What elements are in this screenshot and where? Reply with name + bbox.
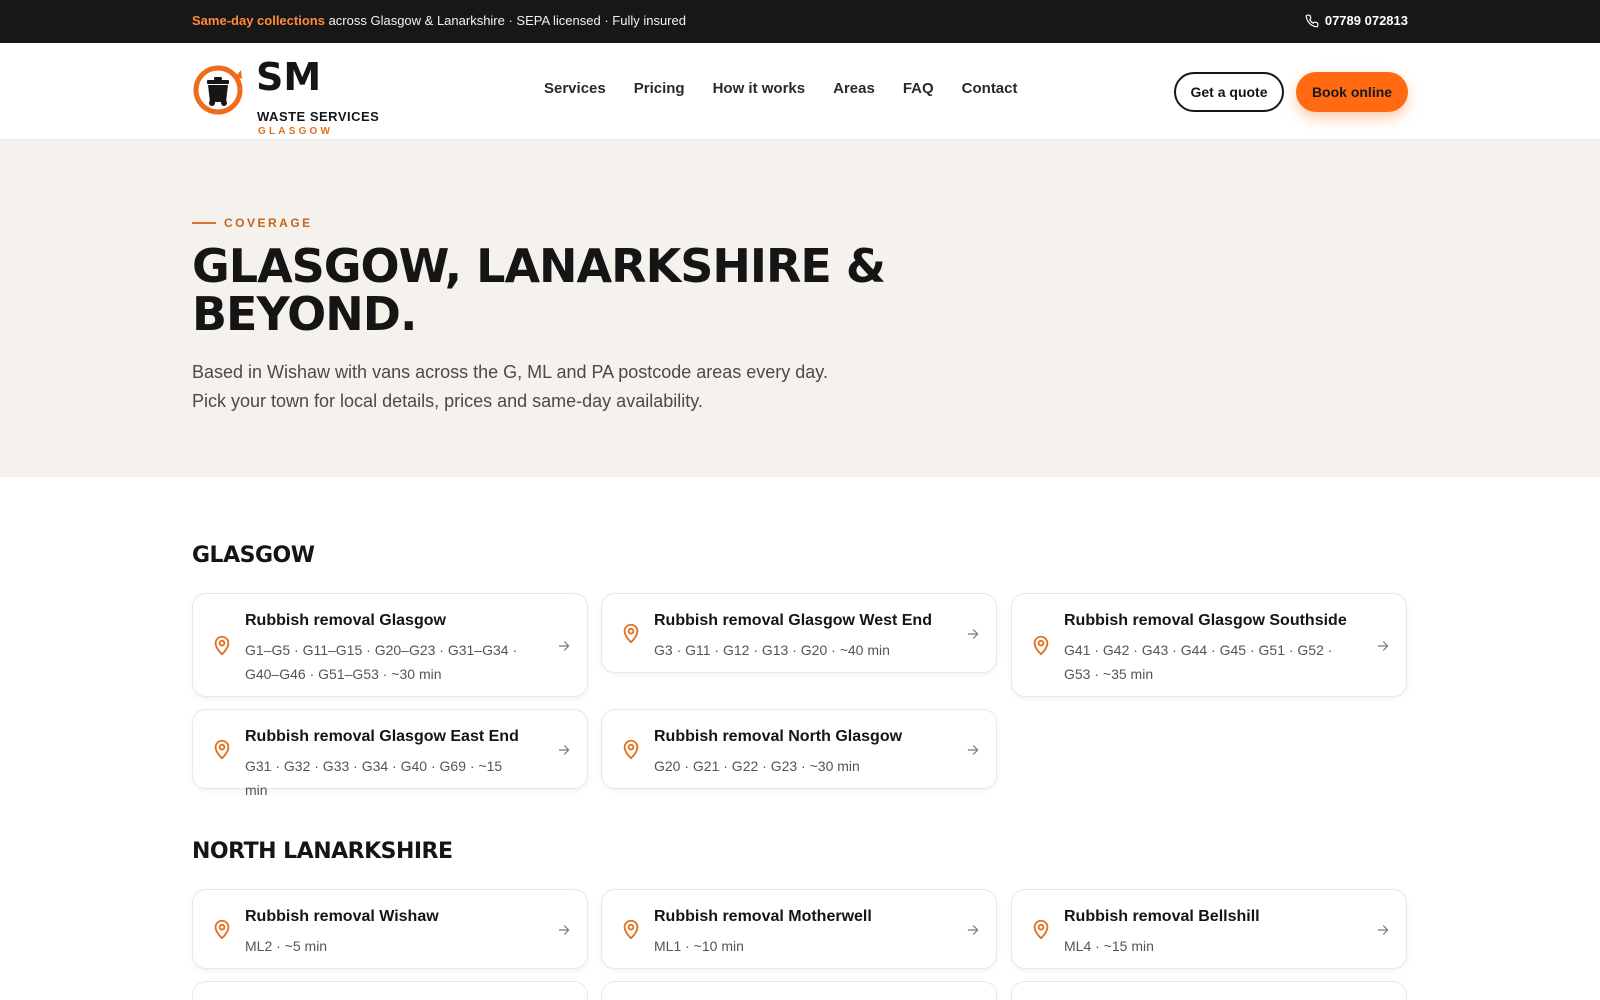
area-card-meta: G20 · G21 · G22 · G23 · ~30 min — [654, 758, 860, 774]
top-announcement-bar: Same-day collections across Glasgow & La… — [0, 0, 1600, 43]
area-card-partial[interactable] — [601, 981, 997, 1000]
logo[interactable]: SM WASTE SERVICES GLASGOW — [192, 55, 412, 137]
area-card[interactable]: Rubbish removal Glasgow West End G3 · G1… — [601, 593, 997, 673]
arrow-right-icon — [558, 745, 570, 755]
map-pin-icon — [1033, 635, 1049, 656]
main-nav: Services Pricing How it works Areas FAQ … — [544, 80, 1018, 97]
arrow-right-icon — [558, 641, 570, 651]
section-title-north-lanarkshire: NORTH LANARKSHIRE — [192, 839, 453, 864]
area-card[interactable]: Rubbish removal Motherwell ML1 · ~10 min — [601, 889, 997, 969]
nav-item-services[interactable]: Services — [544, 80, 606, 97]
hero-subtitle: Based in Wishaw with vans across the G, … — [192, 362, 828, 411]
nav-item-pricing[interactable]: Pricing — [634, 80, 685, 97]
area-card-partial[interactable] — [192, 981, 588, 1000]
phone-link[interactable]: 07789 072813 — [1305, 13, 1408, 28]
area-card-meta: G3 · G11 · G12 · G13 · G20 · ~40 min — [654, 642, 890, 658]
eyebrow: COVERAGE — [192, 216, 313, 230]
hero-section: COVERAGE GLASGOW, LANARKSHIRE & BEYOND. … — [0, 140, 1600, 477]
eyebrow-line — [192, 222, 216, 224]
map-pin-icon — [214, 919, 230, 940]
book-online-button[interactable]: Book online — [1296, 72, 1408, 112]
area-card[interactable]: Rubbish removal North Glasgow G20 · G21 … — [601, 709, 997, 789]
nav-item-contact[interactable]: Contact — [962, 80, 1018, 97]
area-card-partial[interactable] — [1011, 981, 1407, 1000]
area-card-meta: ML2 · ~5 min — [245, 938, 328, 954]
wheelie-bin-logo-icon — [193, 65, 243, 115]
arrow-right-icon — [967, 745, 979, 755]
area-card-title: Rubbish removal Bellshill — [1064, 908, 1260, 925]
arrow-right-icon — [558, 925, 570, 935]
nav-item-faq[interactable]: FAQ — [903, 80, 934, 97]
nav-item-areas[interactable]: Areas — [833, 80, 875, 97]
eyebrow-text: COVERAGE — [224, 216, 313, 230]
phone-number: 07789 072813 — [1324, 13, 1408, 28]
arrow-right-icon — [967, 629, 979, 639]
area-card-meta: ML4 · ~15 min — [1064, 938, 1154, 954]
area-card[interactable]: Rubbish removal Glasgow G1–G5 · G11–G15 … — [192, 593, 588, 697]
area-card-title: Rubbish removal Glasgow East End — [245, 728, 519, 745]
area-card-title: Rubbish removal Glasgow — [245, 612, 446, 629]
area-card-title: Rubbish removal Motherwell — [654, 908, 872, 925]
nav-item-how-it-works[interactable]: How it works — [713, 80, 806, 97]
area-card-title: Rubbish removal Glasgow Southside — [1064, 612, 1347, 629]
map-pin-icon — [1033, 919, 1049, 940]
area-card-meta: G1–G5 · G11–G15 · G20–G23 · G31–G34 · G4… — [245, 642, 518, 682]
map-pin-icon — [623, 919, 639, 940]
area-card[interactable]: Rubbish removal Glasgow Southside G41 · … — [1011, 593, 1407, 697]
arrow-right-icon — [1377, 641, 1389, 651]
map-pin-icon — [623, 623, 639, 644]
area-card-meta: G41 · G42 · G43 · G44 · G45 · G51 · G52 … — [1064, 642, 1333, 682]
logo-city: GLASGOW — [258, 126, 334, 137]
promo-highlight: Same-day collections — [192, 13, 325, 28]
logo-title: SM — [256, 55, 322, 99]
page-title: GLASGOW, LANARKSHIRE & BEYOND. — [192, 239, 886, 341]
logo-subtitle: WASTE SERVICES — [257, 109, 380, 124]
phone-icon — [1305, 14, 1319, 27]
arrow-right-icon — [1377, 925, 1389, 935]
area-card-meta: G31 · G32 · G33 · G34 · G40 · G69 · ~15 … — [245, 758, 503, 798]
map-pin-icon — [214, 635, 230, 656]
area-card-meta: ML1 · ~10 min — [654, 938, 744, 954]
get-quote-button[interactable]: Get a quote — [1174, 72, 1284, 112]
area-card-title: Rubbish removal North Glasgow — [654, 728, 903, 745]
map-pin-icon — [623, 739, 639, 760]
area-card[interactable]: Rubbish removal Glasgow East End G31 · G… — [192, 709, 588, 798]
section-title-glasgow: GLASGOW — [192, 543, 315, 568]
site-header: SM WASTE SERVICES GLASGOW Services Prici… — [0, 43, 1600, 140]
area-card-title: Rubbish removal Glasgow West End — [654, 612, 932, 629]
promo-rest: across Glasgow & Lanarkshire · SEPA lice… — [324, 13, 686, 28]
promo-text: Same-day collections across Glasgow & La… — [192, 13, 686, 28]
area-card-title: Rubbish removal Wishaw — [245, 908, 439, 925]
area-card[interactable]: Rubbish removal Bellshill ML4 · ~15 min — [1011, 889, 1407, 969]
area-card[interactable]: Rubbish removal Wishaw ML2 · ~5 min — [192, 889, 588, 969]
map-pin-icon — [214, 739, 230, 760]
arrow-right-icon — [967, 925, 979, 935]
